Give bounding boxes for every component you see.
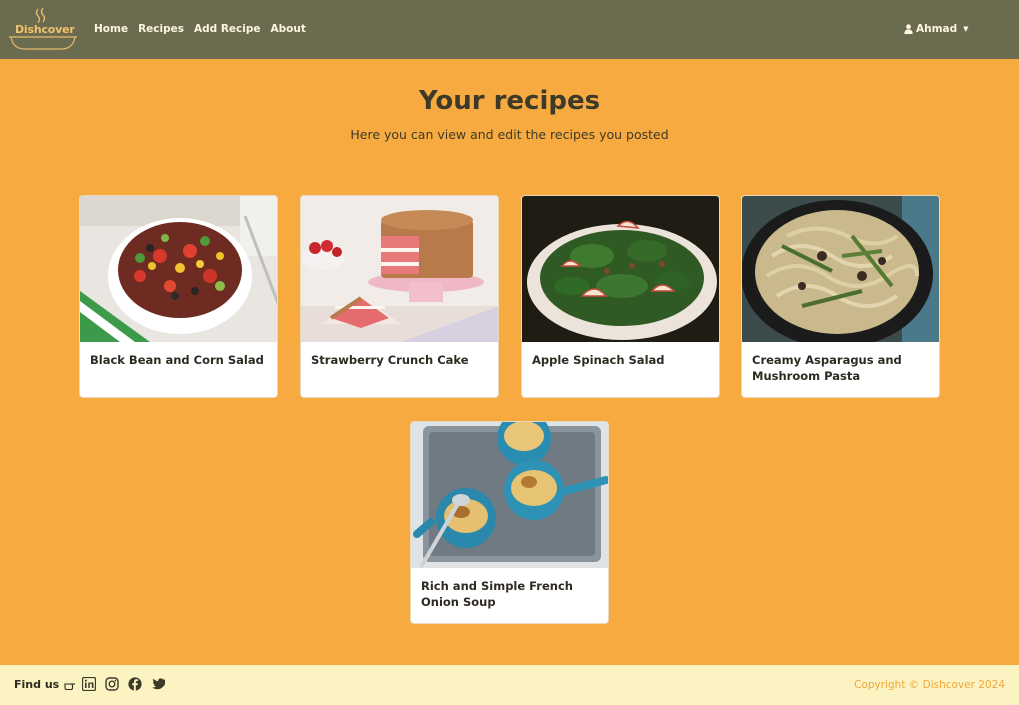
instagram-icon[interactable]	[105, 677, 119, 691]
twitter-icon[interactable]	[151, 677, 165, 691]
recipe-card[interactable]: Rich and Simple French Onion Soup	[410, 421, 609, 624]
facebook-icon[interactable]	[128, 677, 142, 691]
recipe-title[interactable]: Black Bean and Corn Salad	[80, 342, 277, 369]
find-us-label: Find us	[14, 678, 60, 691]
pointing-hand-icon	[64, 682, 76, 690]
page-title: Your recipes	[418, 86, 601, 116]
nav-links: Home Recipes Add Recipe About	[94, 23, 306, 35]
recipe-title[interactable]: Rich and Simple French Onion Soup	[411, 568, 608, 610]
user-dropdown[interactable]: Ahmad ▼	[904, 23, 969, 35]
navbar: Dishcover Home Recipes Add Recipe About …	[0, 0, 1019, 59]
social-links	[82, 677, 165, 691]
user-name: Ahmad	[916, 23, 958, 35]
recipe-image[interactable]	[80, 196, 277, 342]
nav-link-about[interactable]: About	[270, 23, 305, 35]
linkedin-icon[interactable]	[82, 677, 96, 691]
nav-link-recipes[interactable]: Recipes	[138, 23, 184, 35]
recipe-image[interactable]	[522, 196, 719, 342]
recipe-title[interactable]: Creamy Asparagus and Mushroom Pasta	[742, 342, 939, 384]
nav-link-home[interactable]: Home	[94, 23, 128, 35]
footer: Find us Copyright © Dishcover 2024	[0, 665, 1019, 705]
user-icon	[904, 24, 913, 34]
copyright-text: Copyright © Dishcover 2024	[854, 679, 1005, 691]
brand-logo[interactable]: Dishcover	[8, 7, 78, 51]
recipe-card[interactable]: Black Bean and Corn Salad	[79, 195, 278, 398]
brand-name: Dishcover	[15, 23, 75, 36]
recipe-card[interactable]: Apple Spinach Salad	[521, 195, 720, 398]
recipe-title[interactable]: Apple Spinach Salad	[522, 342, 719, 369]
recipe-card[interactable]: Strawberry Crunch Cake	[300, 195, 499, 398]
nav-link-add-recipe[interactable]: Add Recipe	[194, 23, 260, 35]
recipe-card[interactable]: Creamy Asparagus and Mushroom Pasta	[741, 195, 940, 398]
recipe-image[interactable]	[301, 196, 498, 342]
recipe-image[interactable]	[411, 422, 608, 568]
recipe-image[interactable]	[742, 196, 939, 342]
caret-down-icon: ▼	[963, 25, 969, 33]
find-us: Find us	[14, 678, 76, 691]
recipe-title[interactable]: Strawberry Crunch Cake	[301, 342, 498, 369]
page-subtitle: Here you can view and edit the recipes y…	[350, 127, 669, 142]
